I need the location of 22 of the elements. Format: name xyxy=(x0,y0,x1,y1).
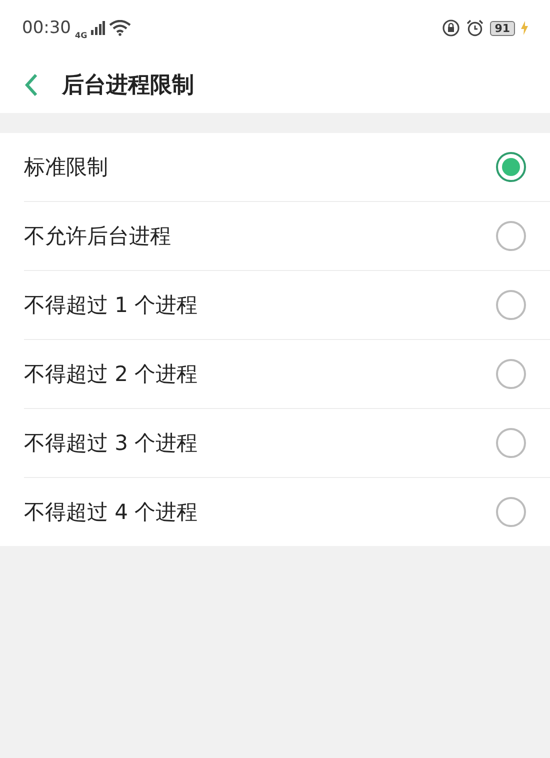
radio-button[interactable] xyxy=(496,497,526,527)
radio-button[interactable] xyxy=(496,359,526,389)
radio-button[interactable] xyxy=(496,428,526,458)
option-row[interactable]: 不得超过 4 个进程 xyxy=(24,478,550,546)
charging-bolt-icon xyxy=(521,21,528,35)
option-row[interactable]: 不得超过 2 个进程 xyxy=(24,340,550,409)
option-row[interactable]: 标准限制 xyxy=(24,133,550,202)
page-title: 后台进程限制 xyxy=(62,72,194,100)
option-row[interactable]: 不得超过 3 个进程 xyxy=(24,409,550,478)
radio-button[interactable] xyxy=(496,290,526,320)
alarm-icon xyxy=(466,19,484,37)
option-row[interactable]: 不允许后台进程 xyxy=(24,202,550,271)
network-label: 4G xyxy=(75,30,88,40)
wifi-icon xyxy=(109,20,132,36)
signal-icon xyxy=(91,21,106,35)
back-icon[interactable] xyxy=(24,72,38,96)
radio-button[interactable] xyxy=(496,221,526,251)
option-row[interactable]: 不得超过 1 个进程 xyxy=(24,271,550,340)
battery-indicator: 91 xyxy=(490,20,515,36)
radio-button[interactable] xyxy=(496,152,526,182)
rotation-lock-icon xyxy=(442,19,460,37)
clock-time: 00:30 xyxy=(22,18,71,38)
